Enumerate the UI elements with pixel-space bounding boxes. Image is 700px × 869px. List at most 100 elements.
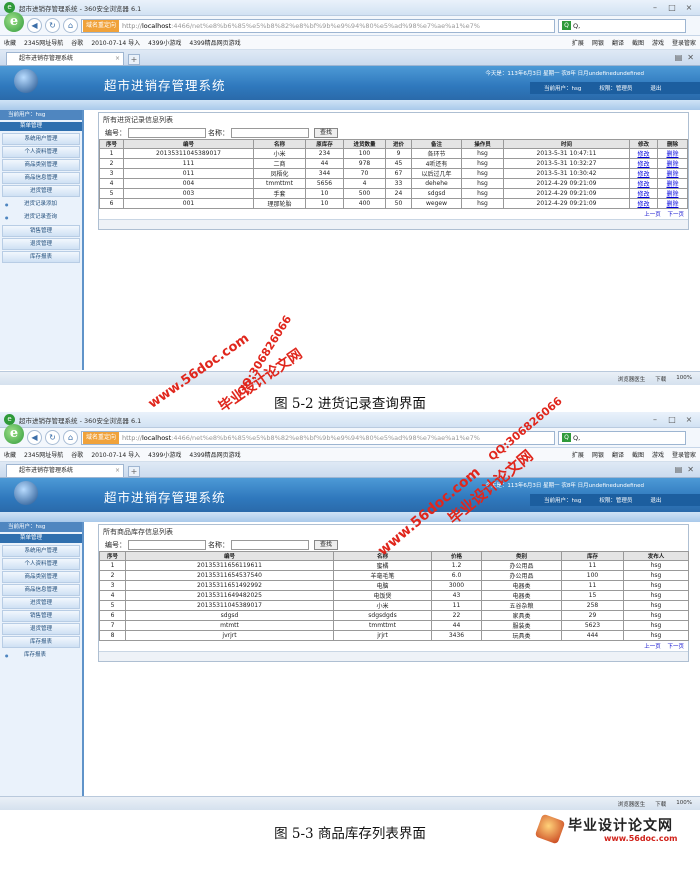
edit-link[interactable]: 修改 <box>637 161 649 168</box>
search-button[interactable]: 查找 <box>314 128 339 138</box>
favorite-item[interactable]: 收藏 <box>4 450 16 459</box>
favorite-item[interactable]: 2345网址导航 <box>24 38 63 47</box>
back-icon[interactable]: ◀ <box>27 430 42 445</box>
minimize-icon[interactable]: – <box>648 2 662 13</box>
delete-link[interactable]: 删除 <box>666 201 678 208</box>
zoom-level[interactable]: 100% <box>676 800 692 808</box>
sidebar-subitem[interactable]: 进货记录添加 <box>0 198 82 211</box>
toolbar-item[interactable]: 网银 <box>592 450 604 459</box>
delete-link[interactable]: 删除 <box>666 191 678 198</box>
status-item[interactable]: 浏览器医生 <box>618 375 646 383</box>
close-icon[interactable]: × <box>682 414 696 425</box>
delete-link[interactable]: 删除 <box>666 171 678 178</box>
edit-link[interactable]: 修改 <box>637 151 649 158</box>
close-tab-icon[interactable]: ✕ <box>687 53 694 62</box>
search-input[interactable]: Q Q, <box>558 18 686 33</box>
toolbar-item[interactable]: 登录管家 <box>672 38 696 47</box>
favorite-item[interactable]: 谷歌 <box>71 38 83 47</box>
address-bar[interactable]: 域名重定向 http:// localhost :4466/net%e8%b6%… <box>81 18 555 33</box>
favorite-item[interactable]: 4399小游戏 <box>148 38 181 47</box>
sidebar-item[interactable]: 个人资料管理 <box>2 146 80 158</box>
delete-link[interactable]: 删除 <box>666 151 678 158</box>
address-bar[interactable]: 域名重定向 http:// localhost :4466/net%e8%b6%… <box>81 430 555 445</box>
minimize-icon[interactable]: – <box>648 414 662 425</box>
status-item[interactable]: 下载 <box>655 800 666 808</box>
toolbar-item[interactable]: 扩展 <box>572 450 584 459</box>
sidebar-item[interactable]: 系统用户管理 <box>2 133 80 145</box>
home-icon[interactable]: ⌂ <box>63 18 78 33</box>
sidebar-item[interactable]: 退货管理 <box>2 238 80 250</box>
tab-list-icon[interactable]: ▤ <box>675 465 683 474</box>
favorite-item[interactable]: 2345网址导航 <box>24 450 63 459</box>
logout-link[interactable]: 退出 <box>650 84 661 92</box>
refresh-icon[interactable]: ↻ <box>45 18 60 33</box>
edit-link[interactable]: 修改 <box>637 181 649 188</box>
edit-link[interactable]: 修改 <box>637 171 649 178</box>
browser-tab[interactable]: 超市进销存管理系统 × <box>6 464 124 477</box>
toolbar-item[interactable]: 扩展 <box>572 38 584 47</box>
favorite-item[interactable]: 4399小游戏 <box>148 450 181 459</box>
browser-logo-icon: e <box>4 423 24 444</box>
home-icon[interactable]: ⌂ <box>63 430 78 445</box>
search-button[interactable]: 查找 <box>314 540 339 550</box>
toolbar-item[interactable]: 游戏 <box>652 38 664 47</box>
back-icon[interactable]: ◀ <box>27 18 42 33</box>
refresh-icon[interactable]: ↻ <box>45 430 60 445</box>
sidebar-item[interactable]: 商品类别管理 <box>2 159 80 171</box>
toolbar-item[interactable]: 截图 <box>632 38 644 47</box>
zoom-level[interactable]: 100% <box>676 375 692 383</box>
sidebar-item[interactable]: 销售管理 <box>2 610 80 622</box>
tab-close-icon[interactable]: × <box>115 53 120 65</box>
sidebar-group-menu[interactable]: 菜单管理 <box>0 534 82 543</box>
tab-close-icon[interactable]: × <box>115 465 120 477</box>
favorite-item[interactable]: 谷歌 <box>71 450 83 459</box>
sidebar-item[interactable]: 商品类别管理 <box>2 571 80 583</box>
sidebar-item[interactable]: 退货管理 <box>2 623 80 635</box>
no-input[interactable] <box>128 128 206 138</box>
sidebar-item[interactable]: 系统用户管理 <box>2 545 80 557</box>
delete-link[interactable]: 删除 <box>666 161 678 168</box>
no-input[interactable] <box>128 540 206 550</box>
name-input[interactable] <box>231 128 309 138</box>
pager[interactable]: 上一页 下一页 <box>99 209 688 219</box>
sidebar-item[interactable]: 进货管理 <box>2 185 80 197</box>
sidebar-item[interactable]: 进货管理 <box>2 597 80 609</box>
name-input[interactable] <box>231 540 309 550</box>
favorite-item[interactable]: 收藏 <box>4 38 16 47</box>
favorite-item[interactable]: 4399精品网页游戏 <box>189 450 240 459</box>
favorite-item[interactable]: 2010-07-14 导入 <box>91 450 140 459</box>
favorite-item[interactable]: 4399精品网页游戏 <box>189 38 240 47</box>
sidebar-item[interactable]: 库存报表 <box>2 636 80 648</box>
sidebar-group-menu[interactable]: 菜单管理 <box>0 122 82 131</box>
sidebar-item[interactable]: 商品信息管理 <box>2 584 80 596</box>
sidebar-item[interactable]: 销售管理 <box>2 225 80 237</box>
close-icon[interactable]: × <box>682 2 696 13</box>
toolbar-item[interactable]: 游戏 <box>652 450 664 459</box>
status-item[interactable]: 浏览器医生 <box>618 800 646 808</box>
toolbar-item[interactable]: 翻译 <box>612 450 624 459</box>
favorite-item[interactable]: 2010-07-14 导入 <box>91 38 140 47</box>
logout-link[interactable]: 退出 <box>650 496 661 504</box>
toolbar-item[interactable]: 翻译 <box>612 38 624 47</box>
sidebar-subitem[interactable]: 进货记录查询 <box>0 211 82 224</box>
maximize-icon[interactable]: □ <box>665 2 679 13</box>
browser-tab[interactable]: 超市进销存管理系统 × <box>6 52 124 65</box>
tab-list-icon[interactable]: ▤ <box>675 53 683 62</box>
new-tab-button[interactable]: + <box>128 466 140 477</box>
toolbar-item[interactable]: 截图 <box>632 450 644 459</box>
maximize-icon[interactable]: □ <box>665 414 679 425</box>
search-input[interactable]: Q Q, <box>558 430 686 445</box>
sidebar-item[interactable]: 商品信息管理 <box>2 172 80 184</box>
toolbar-item[interactable]: 网银 <box>592 38 604 47</box>
new-tab-button[interactable]: + <box>128 54 140 65</box>
edit-link[interactable]: 修改 <box>637 191 649 198</box>
pager[interactable]: 上一页 下一页 <box>99 641 688 651</box>
status-item[interactable]: 下载 <box>655 375 666 383</box>
edit-link[interactable]: 修改 <box>637 201 649 208</box>
delete-link[interactable]: 删除 <box>666 181 678 188</box>
sidebar-item[interactable]: 个人资料管理 <box>2 558 80 570</box>
close-tab-icon[interactable]: ✕ <box>687 465 694 474</box>
sidebar-subitem[interactable]: 库存报表 <box>0 649 82 662</box>
sidebar-item[interactable]: 库存报表 <box>2 251 80 263</box>
toolbar-item[interactable]: 登录管家 <box>672 450 696 459</box>
